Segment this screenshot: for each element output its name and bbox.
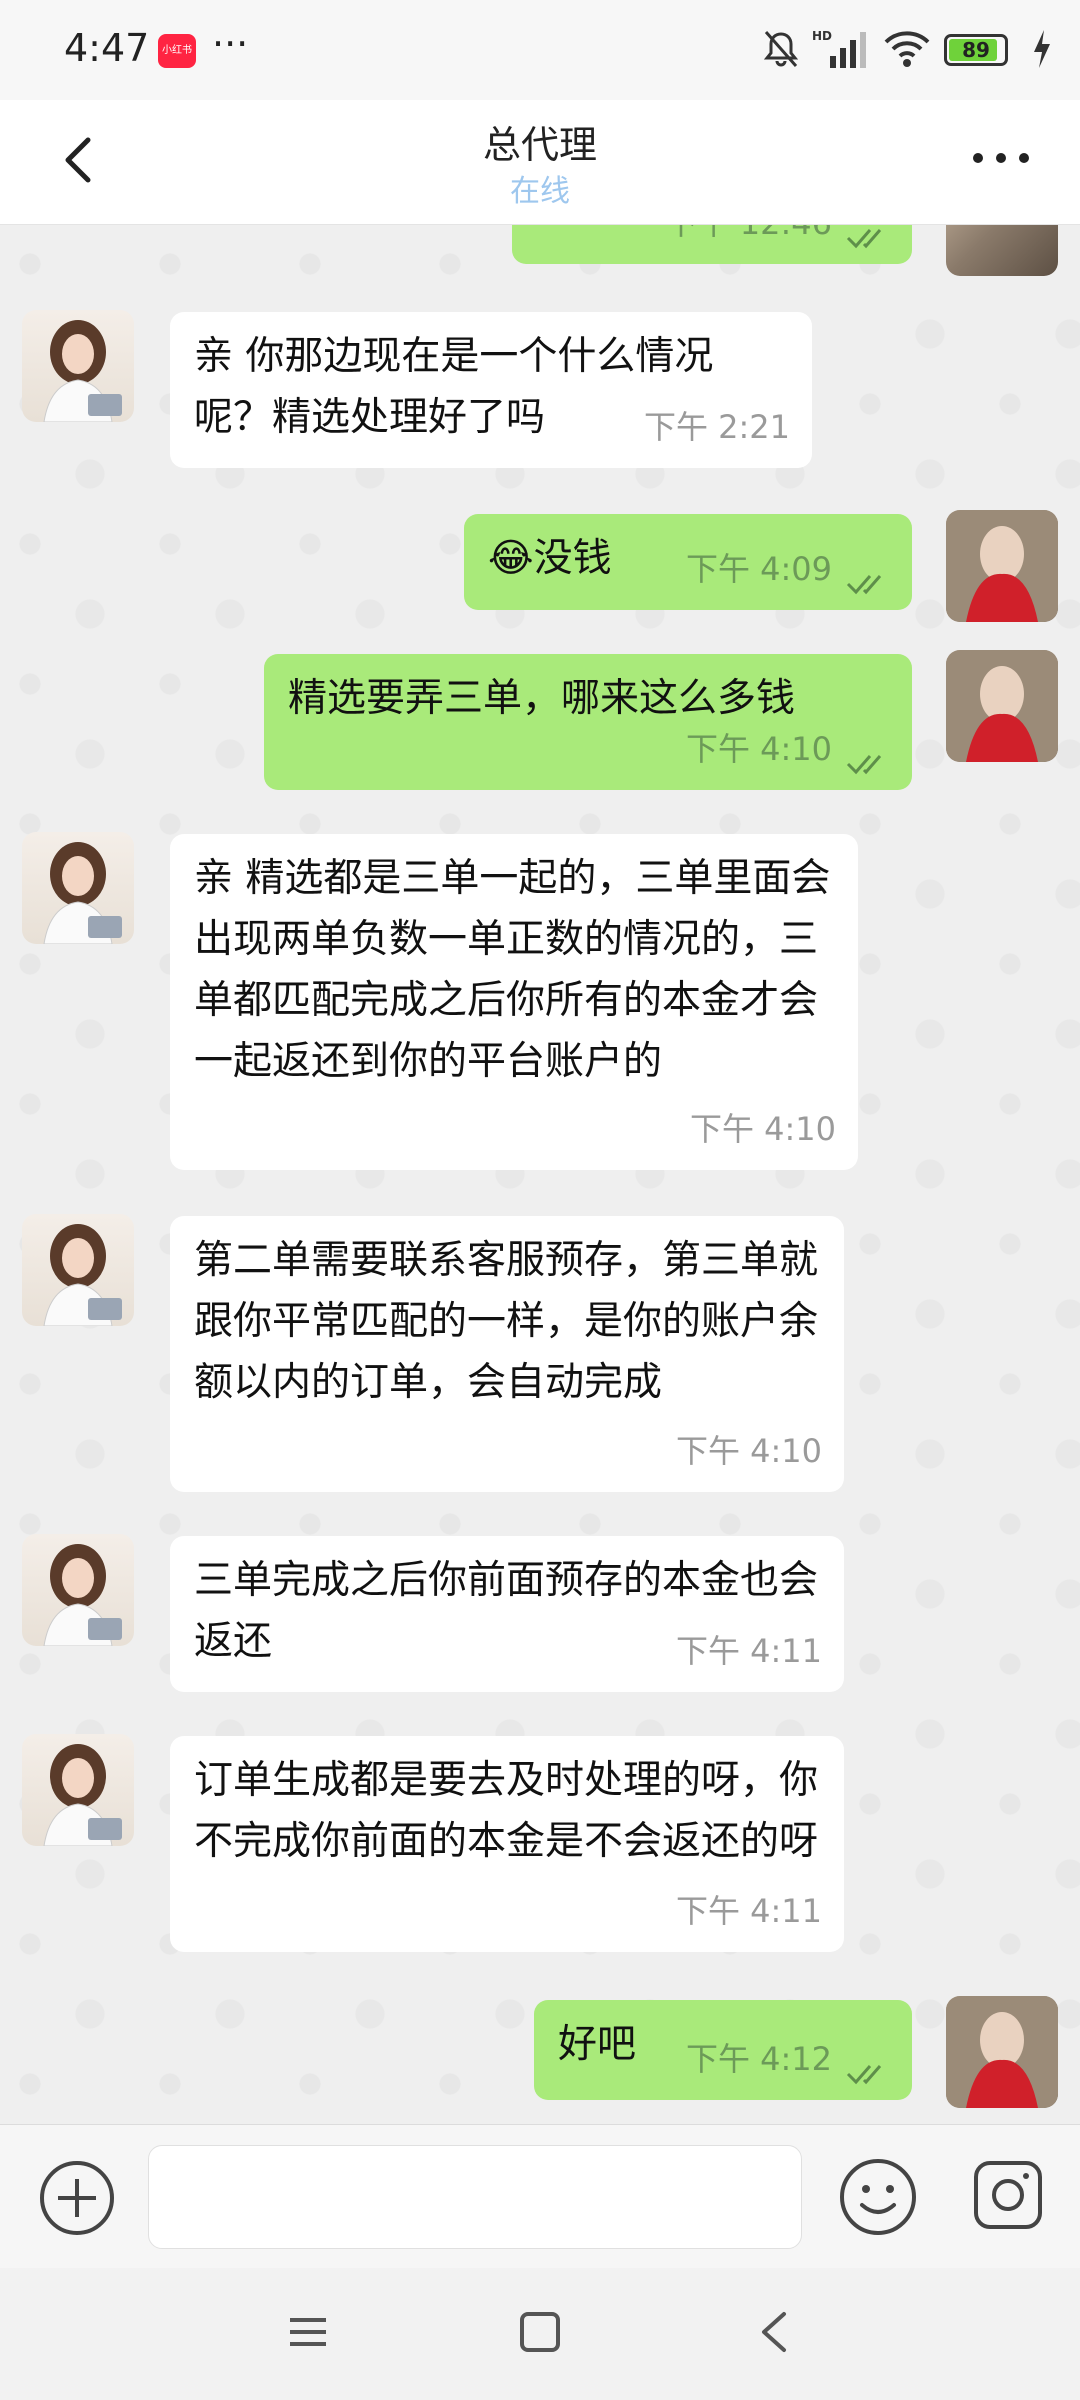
message-bubble-sent[interactable]: 😂没钱 下午 4:09 [464, 514, 912, 610]
message-time: 下午 4:11 [675, 1892, 822, 1930]
battery-percent: 89 [962, 38, 990, 62]
mute-bell-icon [763, 31, 799, 67]
agent-avatar[interactable] [22, 832, 134, 944]
message-bubble-sent[interactable]: 好吧 下午 4:12 [534, 2000, 912, 2100]
message-bubble-received[interactable]: 亲 精选都是三单一起的，三单里面会出现两单负数一单正数的情况的，三单都匹配完成之… [170, 834, 858, 1170]
agent-avatar-illustration [43, 1544, 122, 1646]
read-ticks-icon [846, 755, 882, 775]
message-text: 精选要弄三单，哪来这么多钱 [288, 676, 796, 721]
chat-header: 总代理 在线 [0, 100, 1080, 225]
chat-messages[interactable]: 哦哦 下午 12:46 亲 你那边现在是一个什么情况呢？精选处理好了吗 下午 2… [0, 224, 1080, 2124]
message-input[interactable] [148, 2145, 802, 2249]
message-emoji: 😂 [488, 536, 534, 581]
message-bubble-received[interactable]: 第二单需要联系客服预存，第三单就跟你平常匹配的一样，是你的账户余额以内的订单，会… [170, 1216, 844, 1492]
read-ticks-icon [846, 575, 882, 595]
message-text: 好吧 [558, 2022, 637, 2067]
wifi-icon [884, 31, 930, 67]
message-text: 订单生成都是要去及时处理的呀，你不完成你前面的本金是不会返还的呀 [194, 1758, 819, 1864]
agent-avatar[interactable] [22, 1214, 134, 1326]
message-time: 下午 4:10 [685, 730, 832, 768]
message-text: 亲 精选都是三单一起的，三单里面会出现两单负数一单正数的情况的，三单都匹配完成之… [194, 856, 831, 1084]
message-time: 下午 4:10 [675, 1432, 822, 1470]
message-time: 下午 4:11 [675, 1632, 822, 1670]
emoji-smile-icon[interactable] [838, 2157, 918, 2237]
message-text: 哦哦 [536, 224, 614, 231]
online-status: 在线 [510, 174, 570, 209]
my-avatar[interactable] [946, 1996, 1058, 2108]
my-avatar[interactable] [946, 650, 1058, 762]
battery-indicator: 89 [944, 34, 1008, 66]
hd-signal-icon: HD [812, 29, 866, 68]
xiaohongshu-app-icon: 小红书 [158, 34, 196, 68]
recent-apps-icon[interactable] [286, 2310, 330, 2354]
contact-name: 总代理 [482, 123, 597, 167]
message-bubble-sent[interactable]: 精选要弄三单，哪来这么多钱 下午 4:10 [264, 654, 912, 790]
message-time: 下午 4:09 [685, 550, 832, 588]
more-notifications-icon: ··· [212, 22, 249, 66]
camera-icon[interactable] [972, 2159, 1044, 2231]
message-time: 下午 2:21 [643, 408, 790, 446]
agent-avatar-illustration [43, 320, 122, 422]
my-avatar[interactable] [946, 224, 1058, 276]
agent-avatar[interactable] [22, 310, 134, 422]
plus-circle-icon[interactable] [38, 2159, 116, 2237]
message-time: 下午 12:46 [666, 224, 832, 254]
message-bubble-received[interactable]: 亲 你那边现在是一个什么情况呢？精选处理好了吗 下午 2:21 [170, 312, 812, 468]
message-text: 亲 你那边现在是一个什么情况呢？精选处理好了吗 [194, 334, 714, 440]
agent-avatar[interactable] [22, 1734, 134, 1846]
message-bubble-sent[interactable]: 哦哦 下午 12:46 [512, 224, 912, 264]
agent-avatar-illustration [43, 842, 122, 944]
agent-avatar[interactable] [22, 1534, 134, 1646]
agent-avatar-illustration [43, 1744, 122, 1846]
svg-text:HD: HD [812, 29, 832, 43]
read-ticks-icon [846, 229, 882, 249]
message-input-bar [0, 2124, 1080, 2269]
agent-avatar-illustration [43, 1224, 122, 1326]
my-avatar-photo [946, 650, 1058, 762]
system-navigation-bar [0, 2268, 1080, 2400]
status-bar: 4:47 小红书 ··· HD 89 [0, 0, 1080, 100]
message-time: 下午 4:12 [685, 2040, 832, 2078]
more-options-icon[interactable] [966, 138, 1036, 178]
message-text: 第二单需要联系客服预存，第三单就跟你平常匹配的一样，是你的账户余额以内的订单，会… [194, 1238, 819, 1405]
system-back-icon[interactable] [752, 2308, 796, 2356]
status-time: 4:47 [64, 26, 150, 70]
home-icon[interactable] [518, 2310, 562, 2354]
my-avatar[interactable] [946, 510, 1058, 622]
charging-bolt-icon [1034, 30, 1050, 68]
message-text: 没钱 [533, 536, 612, 581]
my-avatar-photo [946, 1996, 1058, 2108]
message-bubble-received[interactable]: 三单完成之后你前面预存的本金也会返还 下午 4:11 [170, 1536, 844, 1692]
message-bubble-received[interactable]: 订单生成都是要去及时处理的呀，你不完成你前面的本金是不会返还的呀 下午 4:11 [170, 1736, 844, 1952]
read-ticks-icon [846, 2065, 882, 2085]
my-avatar-photo [946, 510, 1058, 622]
message-time: 下午 4:10 [689, 1110, 836, 1148]
